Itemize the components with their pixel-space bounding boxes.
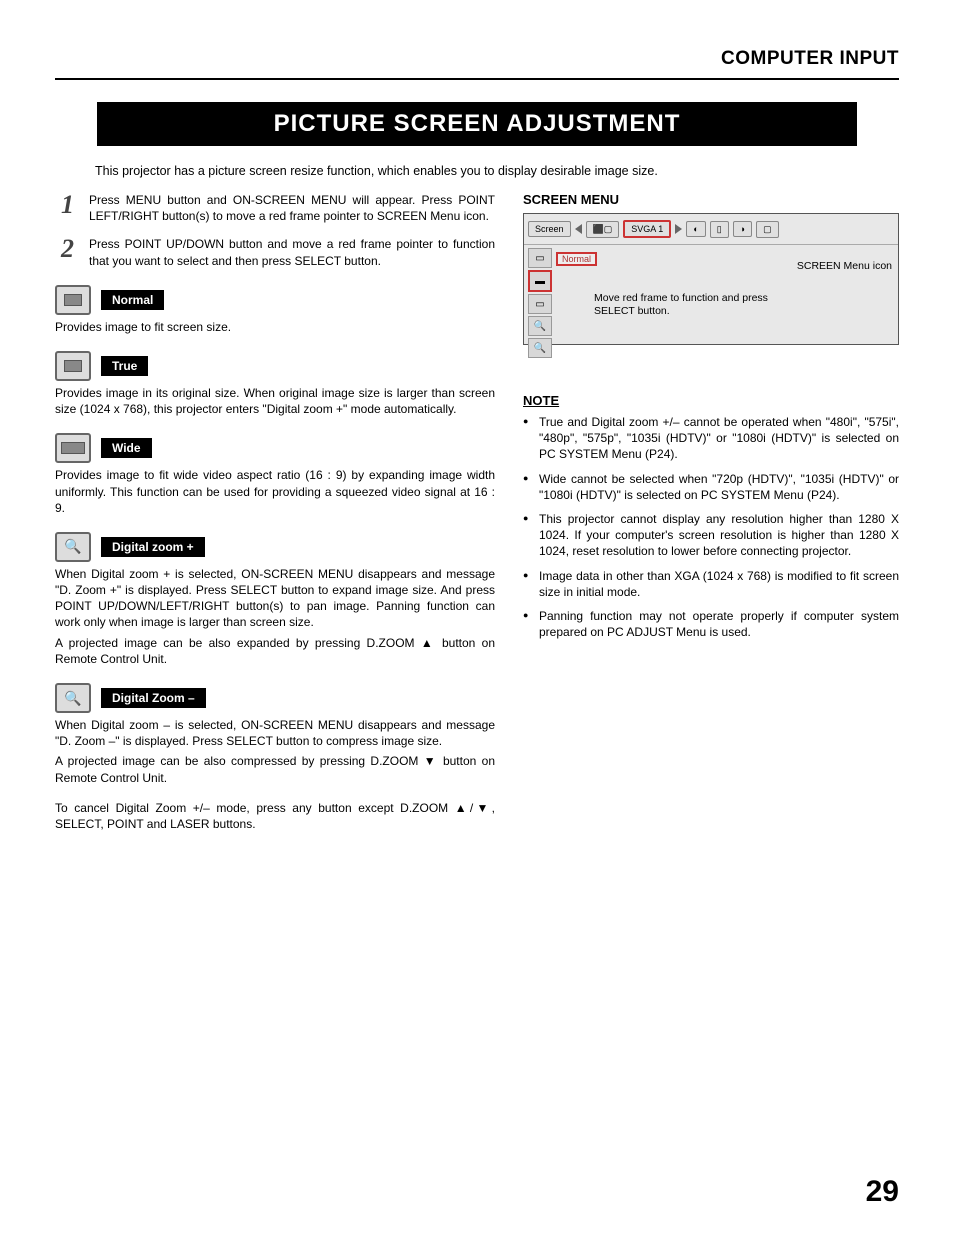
mode-desc: Provides image to fit wide video aspect … [55, 467, 495, 516]
normal-icon [55, 285, 91, 315]
mode-label: Digital Zoom – [101, 688, 206, 708]
mode-desc-2: A projected image can be also compressed… [55, 753, 495, 785]
step-number: 2 [61, 236, 77, 268]
left-column: 1 Press MENU button and ON-SCREEN MENU w… [55, 192, 495, 832]
mode-label: True [101, 356, 148, 376]
wide-icon [55, 433, 91, 463]
mode-normal-row: Normal [55, 285, 495, 315]
menu-tab-icon: ◑ [733, 221, 752, 237]
note-item: Panning function may not operate properl… [523, 608, 899, 640]
step-text: Press MENU button and ON-SCREEN MENU wil… [89, 192, 495, 224]
menu-tab-icon: ▯ [710, 221, 729, 238]
side-icon-selected: ▬ [528, 270, 552, 292]
mode-desc: Provides image to fit screen size. [55, 319, 495, 335]
note-item: True and Digital zoom +/– cannot be oper… [523, 414, 899, 463]
mode-label: Wide [101, 438, 152, 458]
side-icon: ▭ [528, 248, 552, 268]
section-header: COMPUTER INPUT [55, 48, 899, 80]
side-icon: 🔍 [528, 316, 552, 336]
mode-desc-2: A projected image can be also expanded b… [55, 635, 495, 667]
arrow-left-icon [575, 224, 582, 234]
menu-tab-icon: ◐ [686, 221, 705, 237]
mode-desc: When Digital zoom + is selected, ON-SCRE… [55, 566, 495, 631]
right-column: SCREEN MENU Screen ⬛▢ SVGA 1 ◐ ▯ ◑ ▢ ▭ ▬… [523, 192, 899, 832]
side-icon: 🔍 [528, 338, 552, 358]
callout-screen-icon: SCREEN Menu icon [797, 260, 892, 272]
page-title: PICTURE SCREEN ADJUSTMENT [97, 102, 857, 146]
screen-menu-title: SCREEN MENU [523, 192, 899, 207]
mode-zoom-minus-row: 🔍 Digital Zoom – [55, 683, 495, 713]
step-2: 2 Press POINT UP/DOWN button and move a … [55, 236, 495, 268]
menu-tab-blank: ⬛▢ [586, 221, 620, 238]
page-number: 29 [866, 1175, 899, 1209]
mode-wide-row: Wide [55, 433, 495, 463]
menu-tab-svga: SVGA 1 [623, 220, 671, 238]
menu-normal-label: Normal [556, 252, 597, 266]
note-list: True and Digital zoom +/– cannot be oper… [523, 414, 899, 640]
true-icon [55, 351, 91, 381]
cancel-text: To cancel Digital Zoom +/– mode, press a… [55, 800, 495, 832]
menu-tab-icon: ▢ [756, 221, 779, 238]
menu-side-icons: ▭ ▬ ▭ 🔍 🔍 [528, 248, 552, 360]
side-icon: ▭ [528, 294, 552, 314]
mode-true-row: True [55, 351, 495, 381]
mode-zoom-plus-row: 🔍 Digital zoom + [55, 532, 495, 562]
screen-menu-diagram: Screen ⬛▢ SVGA 1 ◐ ▯ ◑ ▢ ▭ ▬ ▭ 🔍 🔍 [523, 213, 899, 345]
zoom-plus-icon: 🔍 [55, 532, 91, 562]
mode-label: Digital zoom + [101, 537, 205, 557]
mode-desc: When Digital zoom – is selected, ON-SCRE… [55, 717, 495, 749]
arrow-right-icon [675, 224, 682, 234]
step-number: 1 [61, 192, 77, 224]
step-1: 1 Press MENU button and ON-SCREEN MENU w… [55, 192, 495, 224]
note-item: This projector cannot display any resolu… [523, 511, 899, 560]
mode-desc: Provides image in its original size. Whe… [55, 385, 495, 417]
zoom-minus-icon: 🔍 [55, 683, 91, 713]
mode-label: Normal [101, 290, 164, 310]
menu-tab-screen: Screen [528, 221, 571, 237]
intro-text: This projector has a picture screen resi… [55, 164, 899, 178]
step-text: Press POINT UP/DOWN button and move a re… [89, 236, 495, 268]
menu-top-bar: Screen ⬛▢ SVGA 1 ◐ ▯ ◑ ▢ [524, 214, 898, 245]
note-item: Wide cannot be selected when "720p (HDTV… [523, 471, 899, 503]
note-item: Image data in other than XGA (1024 x 768… [523, 568, 899, 600]
document-page: COMPUTER INPUT PICTURE SCREEN ADJUSTMENT… [0, 0, 954, 1235]
callout-move-frame: Move red frame to function and press SEL… [594, 292, 809, 318]
note-title: NOTE [523, 393, 899, 408]
